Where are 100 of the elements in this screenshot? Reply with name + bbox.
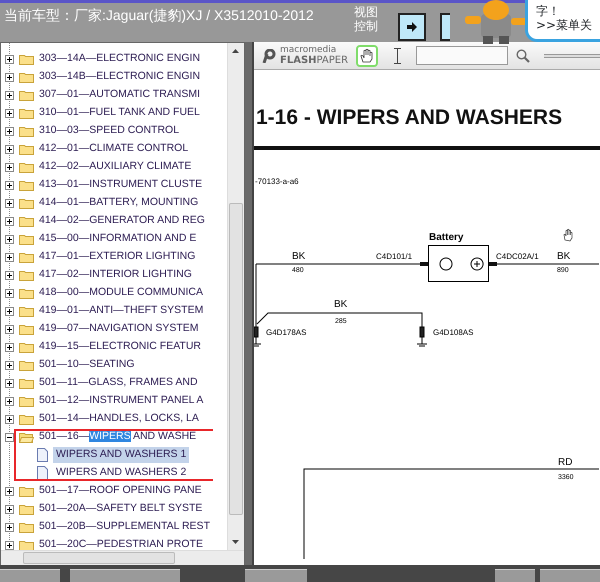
tree-item-label[interactable]: 415—00—INFORMATION AND E xyxy=(39,231,196,247)
expand-icon[interactable] xyxy=(5,72,14,82)
view-toggle-button[interactable] xyxy=(440,13,450,41)
scroll-down-icon xyxy=(232,540,239,544)
expand-icon[interactable] xyxy=(5,144,14,154)
tree-item-label[interactable]: 501—16—WIPERS AND WASHE xyxy=(39,429,196,445)
expand-icon[interactable] xyxy=(5,234,14,244)
expand-icon[interactable] xyxy=(5,180,14,190)
folder-icon xyxy=(19,89,34,101)
expand-icon[interactable] xyxy=(5,288,14,298)
tree-item-label[interactable]: 419—15—ELECTRONIC FEATUR xyxy=(39,339,202,355)
connector-icon xyxy=(420,262,428,266)
scroll-thumb[interactable] xyxy=(229,203,243,515)
folder-icon xyxy=(19,341,34,353)
ground-icon xyxy=(254,326,262,346)
tree-item-label[interactable]: 419—01—ANTI—THEFT SYSTEM xyxy=(39,303,204,319)
view-toggle-button[interactable] xyxy=(398,13,426,41)
tree-item-label[interactable]: 501—10—SEATING xyxy=(39,357,135,373)
collapse-icon[interactable] xyxy=(5,432,14,442)
tree-item-label[interactable]: 501—17—ROOF OPENING PANE xyxy=(39,483,202,499)
tree-item-label[interactable]: 501—14—HANDLES, LOCKS, LA xyxy=(39,411,199,427)
hand-tool-button[interactable] xyxy=(356,44,378,66)
tree-item-label[interactable]: 501—11—GLASS, FRAMES AND xyxy=(39,375,198,391)
folder-icon xyxy=(19,125,34,137)
tree-item-label[interactable]: 412—01—CLIMATE CONTROL xyxy=(39,141,188,157)
document-title: 1-16 - WIPERS AND WASHERS xyxy=(255,105,562,131)
vertical-scrollbar[interactable] xyxy=(227,43,244,550)
hand-icon xyxy=(360,48,374,63)
expand-icon[interactable] xyxy=(5,342,14,352)
logo-icon xyxy=(262,48,276,62)
window-title: 当前车型：厂家:Jaguar(捷豹)XJ / X3512010-2012 xyxy=(3,6,314,25)
folder-icon xyxy=(19,161,34,173)
folder-icon xyxy=(19,107,34,119)
connector-label: G4D108AS xyxy=(433,328,474,337)
expand-icon[interactable] xyxy=(5,504,14,514)
folder-icon xyxy=(19,251,34,263)
tree-item-label[interactable]: 310—03—SPEED CONTROL xyxy=(39,123,180,139)
folder-icon xyxy=(19,503,34,515)
tree-item-label[interactable]: 414—02—GENERATOR AND REG xyxy=(39,213,205,229)
tree-item-label[interactable]: WIPERS AND WASHERS 2 xyxy=(53,465,190,481)
tree-item-label[interactable]: 307—01—AUTOMATIC TRANSMI xyxy=(39,87,200,103)
expand-icon[interactable] xyxy=(5,414,14,424)
figure-id: -70133-a-a6 xyxy=(255,177,299,186)
logo-text: macromedia xyxy=(280,46,338,54)
tree-item-label[interactable]: WIPERS AND WASHERS 1 xyxy=(53,447,190,463)
tree-item-label[interactable]: 417—02—INTERIOR LIGHTING xyxy=(39,267,192,283)
view-control-label: 视图控制 xyxy=(354,5,379,33)
folder-icon xyxy=(19,53,34,65)
expand-icon[interactable] xyxy=(5,324,14,334)
tree-item-label[interactable]: 303—14B—ELECTRONIC ENGIN xyxy=(39,69,200,85)
expand-icon[interactable] xyxy=(5,90,14,100)
tree-item-label[interactable]: 501—20A—SAFETY BELT SYSTE xyxy=(39,501,202,517)
folder-icon xyxy=(19,323,34,335)
tree-item-label[interactable]: 501—20B—SUPPLEMENTAL REST xyxy=(39,519,210,535)
expand-icon[interactable] xyxy=(5,306,14,316)
horizontal-scrollbar[interactable] xyxy=(1,550,244,565)
scroll-thumb[interactable] xyxy=(23,552,175,564)
tree-item-label[interactable]: 418—00—MODULE COMMUNICA xyxy=(39,285,203,301)
tree-item-label[interactable]: 412—02—AUXILIARY CLIMATE xyxy=(39,159,192,175)
hand-cursor-icon xyxy=(564,228,572,242)
tree-item-label[interactable]: 310—01—FUEL TANK AND FUEL xyxy=(39,105,200,121)
folder-icon xyxy=(19,287,34,299)
folder-icon xyxy=(19,215,34,227)
expand-icon[interactable] xyxy=(5,378,14,388)
expand-icon[interactable] xyxy=(5,162,14,172)
expand-icon[interactable] xyxy=(5,108,14,118)
expand-icon[interactable] xyxy=(5,126,14,136)
expand-icon[interactable] xyxy=(5,54,14,64)
search-field[interactable] xyxy=(416,46,508,65)
folder-icon xyxy=(19,179,34,191)
tree-item-label[interactable]: 303—14A—ELECTRONIC ENGIN xyxy=(39,51,200,67)
bubble-text: 字！ xyxy=(536,4,561,18)
battery-symbol xyxy=(428,245,489,282)
expand-icon[interactable] xyxy=(5,252,14,262)
terminal-icon xyxy=(470,258,484,270)
expand-icon[interactable] xyxy=(5,216,14,226)
text-cursor-icon xyxy=(394,48,401,64)
tree-item-label[interactable]: 413—01—INSTRUMENT CLUSTE xyxy=(39,177,202,193)
terminal-icon xyxy=(440,258,452,270)
folder-icon xyxy=(19,395,34,407)
expand-icon[interactable] xyxy=(5,486,14,496)
connector-label: G4D178AS xyxy=(266,328,306,337)
expand-icon[interactable] xyxy=(5,522,14,532)
tree-item-label[interactable]: 501—12—INSTRUMENT PANEL A xyxy=(39,393,204,409)
tree-item-label[interactable]: 501—20C—PEDESTRIAN PROTE xyxy=(39,537,203,550)
connector-label: C4DC02A/1 xyxy=(496,252,539,261)
folder-icon xyxy=(19,413,34,425)
expand-icon[interactable] xyxy=(5,198,14,208)
folder-icon xyxy=(19,431,34,443)
tree-item-label[interactable]: 419—07—NAVIGATION SYSTEM xyxy=(39,321,198,337)
wire-color-label: BK xyxy=(557,251,570,262)
tree-item-label[interactable]: 417—01—EXTERIOR LIGHTING xyxy=(39,249,196,265)
scroll-up-icon xyxy=(232,49,239,53)
wire-color-label: BK xyxy=(334,299,348,310)
expand-icon[interactable] xyxy=(5,396,14,406)
expand-icon[interactable] xyxy=(5,270,14,280)
expand-icon[interactable] xyxy=(5,540,14,550)
tree-item-label[interactable]: 414—01—BATTERY, MOUNTING xyxy=(39,195,198,211)
expand-icon[interactable] xyxy=(5,360,14,370)
menu-close-link[interactable]: >>菜单关 xyxy=(536,18,600,32)
